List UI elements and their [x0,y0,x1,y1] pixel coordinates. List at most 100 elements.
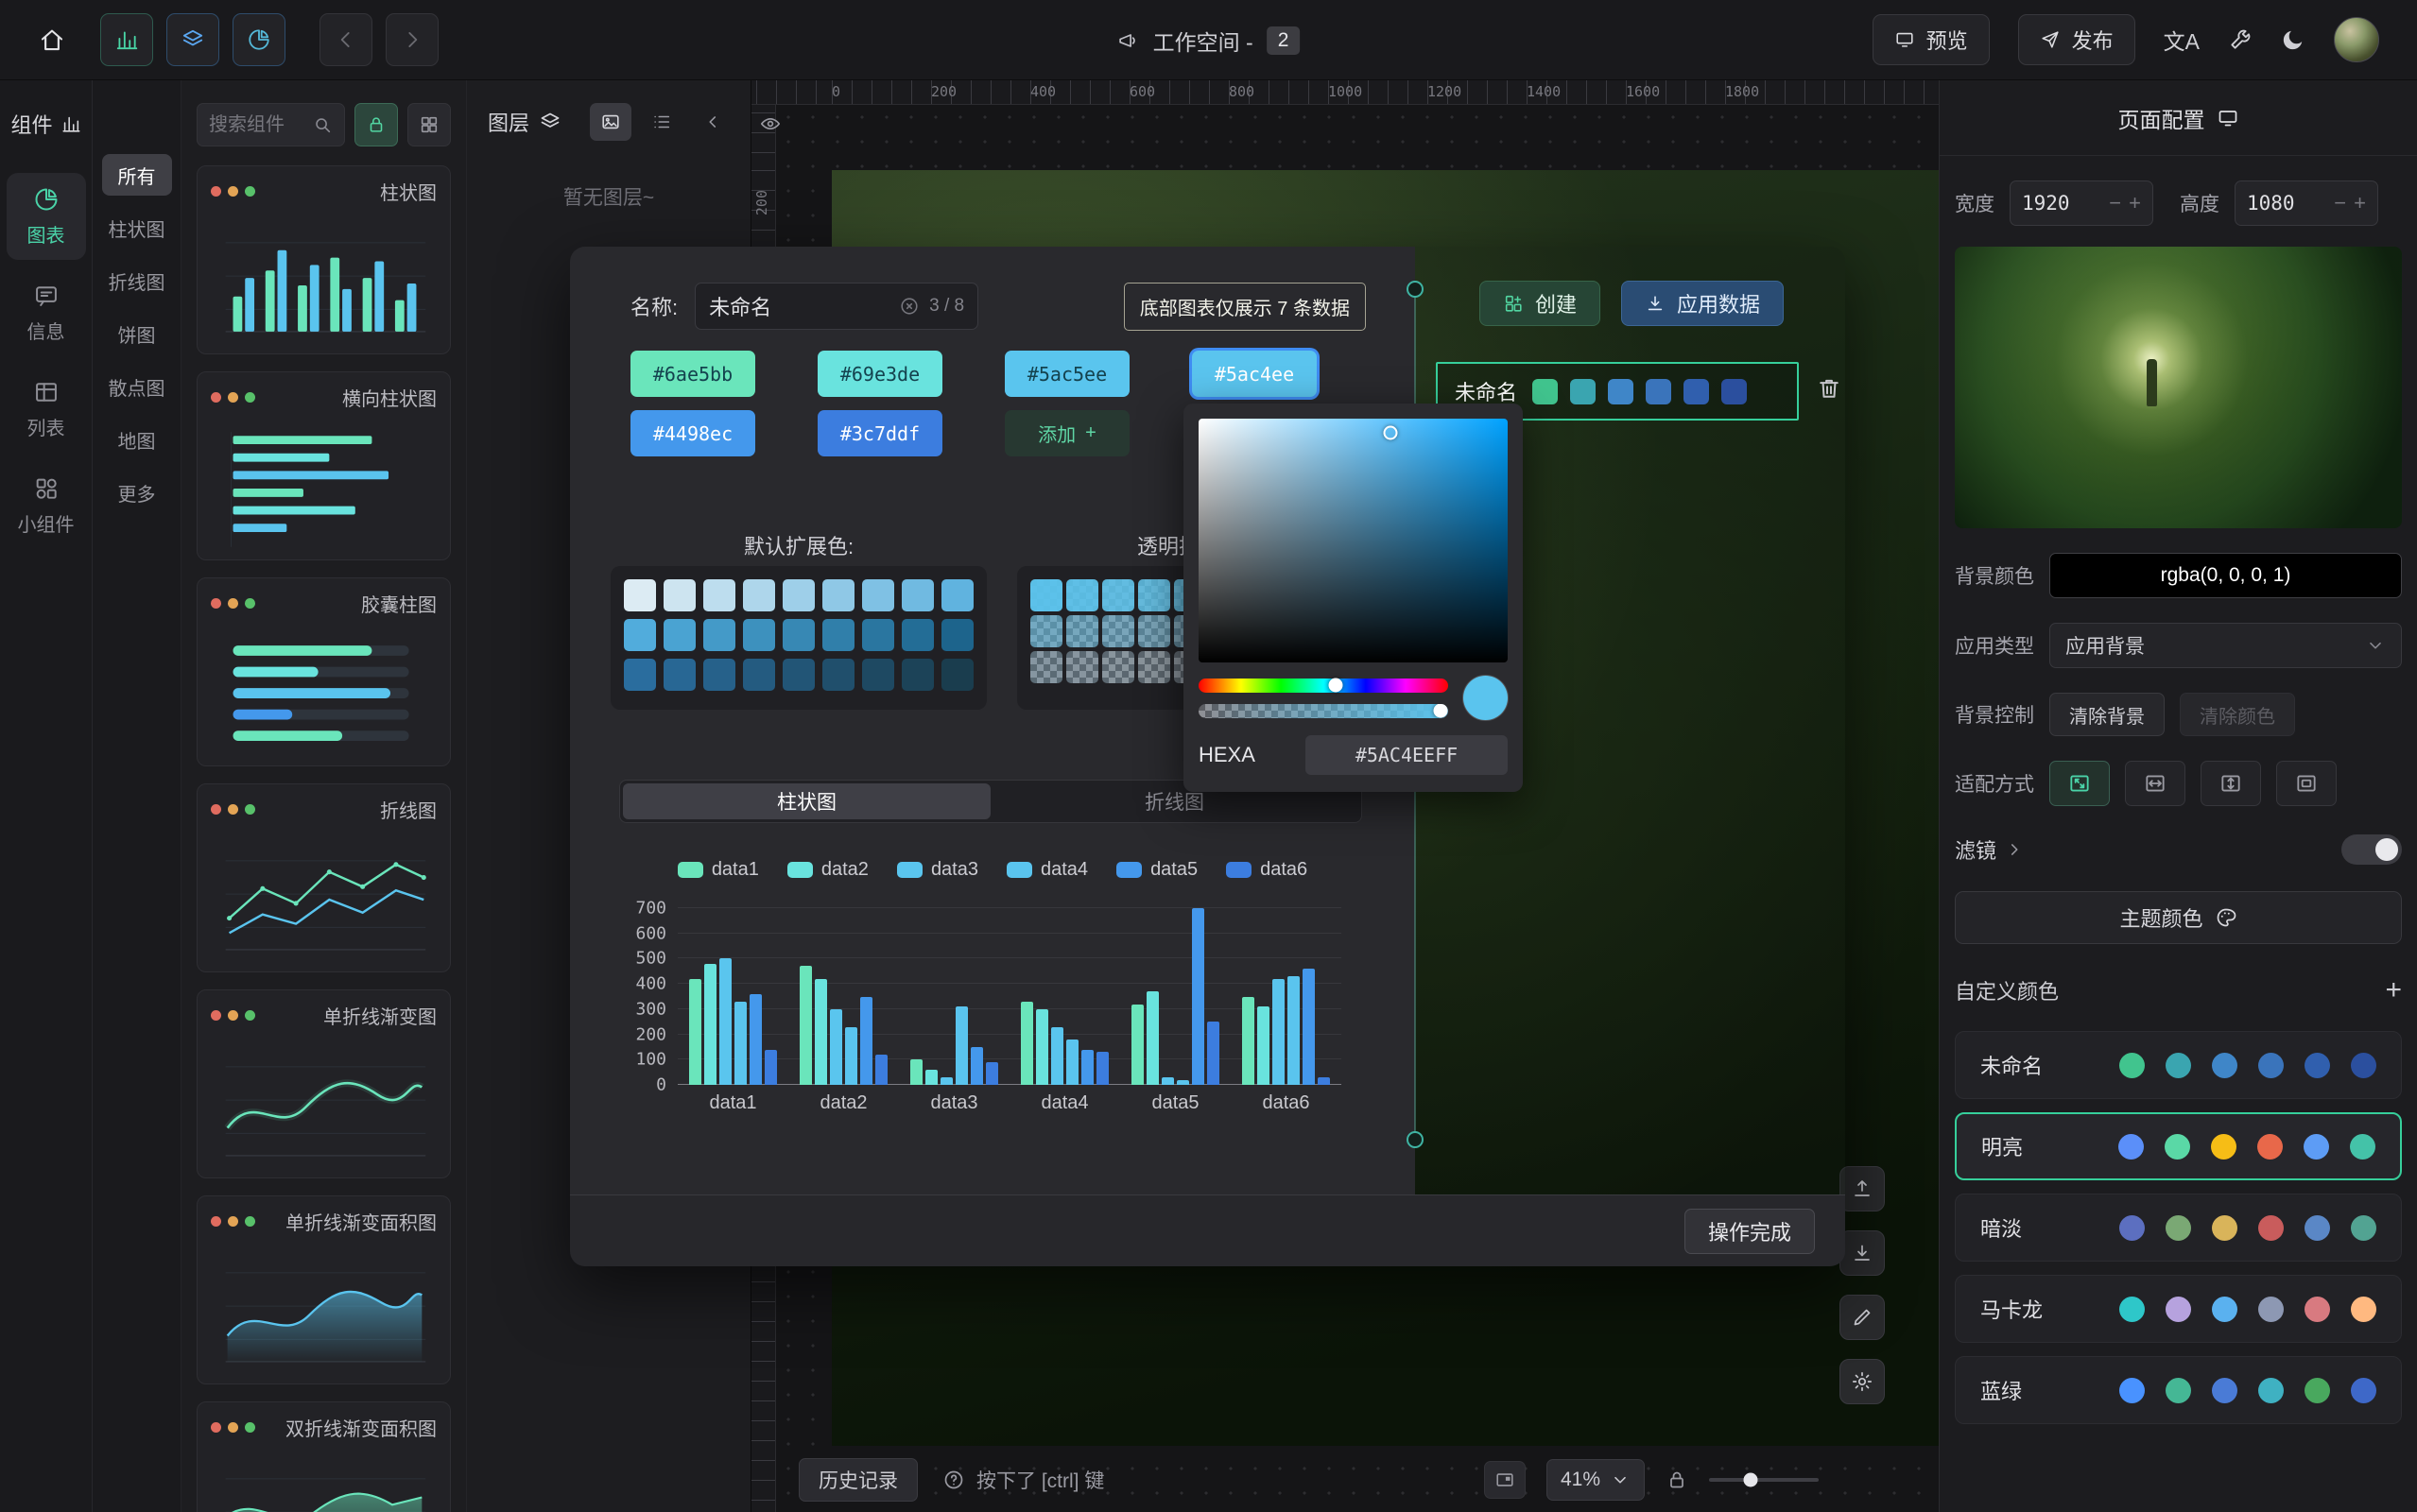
fit-width-button[interactable] [2125,761,2185,806]
legend-item[interactable]: data5 [1116,859,1198,881]
settings-button[interactable] [1839,1359,1885,1404]
redo-button[interactable] [386,13,439,66]
preview-button[interactable]: 预览 [1873,14,1990,65]
trash-icon[interactable] [1816,375,1842,402]
collapse-panel-button[interactable] [692,103,734,141]
transparent-palette-swatch[interactable] [1138,579,1170,611]
legend-item[interactable]: data1 [678,859,759,881]
palette-swatch[interactable] [703,579,735,611]
palette-swatch[interactable] [902,659,934,691]
clear-color-button[interactable]: 清除颜色 [2180,693,2295,736]
palette-swatch[interactable] [703,659,735,691]
category-item[interactable]: 折线图 [101,260,173,301]
name-field[interactable] [709,294,889,318]
clear-background-button[interactable]: 清除背景 [2049,693,2165,736]
clear-icon[interactable] [899,296,920,317]
hex-mode-label[interactable]: HEXA [1199,743,1255,767]
layers-mode-button[interactable] [166,13,219,66]
help-icon[interactable] [942,1469,965,1491]
done-button[interactable]: 操作完成 [1684,1209,1815,1254]
add-color-button[interactable]: 添加+ [1005,410,1130,456]
hue-slider[interactable] [1199,679,1448,693]
theme-color-button[interactable]: 主题颜色 [1955,891,2402,944]
transparent-palette-swatch[interactable] [1066,651,1098,683]
saturation-area[interactable] [1199,419,1508,662]
undo-button[interactable] [319,13,372,66]
fit-height-button[interactable] [2201,761,2261,806]
palette-swatch[interactable] [862,619,894,651]
color-chip[interactable]: #5ac5ee [1005,351,1130,397]
palette-swatch[interactable] [664,619,696,651]
layers-list-view-button[interactable] [641,103,682,141]
tools-icon[interactable] [2228,27,2253,52]
import-button[interactable] [1839,1230,1885,1276]
palette-swatch[interactable] [783,659,815,691]
palette-swatch[interactable] [783,619,815,651]
theme-row[interactable]: 暗淡 [1955,1194,2402,1262]
zoom-lock-icon[interactable] [1666,1469,1688,1491]
hue-marker[interactable] [1329,679,1343,693]
sidebar-item-info[interactable]: 信息 [7,269,86,356]
transparent-palette-swatch[interactable] [1102,615,1134,647]
sidebar-item-widgets[interactable]: 小组件 [7,462,86,549]
color-chip[interactable]: #4498ec [630,410,755,456]
color-chip[interactable]: #3c7ddf [818,410,942,456]
height-input[interactable]: 1080 − + [2235,180,2378,226]
component-card[interactable]: 单折线渐变图 [197,989,451,1178]
alpha-slider[interactable] [1199,704,1448,718]
component-card[interactable]: 折线图 [197,783,451,972]
avatar[interactable] [2334,17,2379,62]
category-item[interactable]: 所有 [102,154,172,196]
component-card[interactable]: 柱状图 [197,165,451,354]
sidebar-item-charts[interactable]: 图表 [7,173,86,260]
layers-thumbnail-view-button[interactable] [590,103,631,141]
transparent-palette-swatch[interactable] [1102,651,1134,683]
height-minus[interactable]: − [2334,191,2346,215]
lock-button[interactable] [354,103,398,146]
color-chip[interactable]: #6ae5bb [630,351,755,397]
palette-swatch[interactable] [862,659,894,691]
transparent-palette-swatch[interactable] [1030,651,1062,683]
transparent-palette-swatch[interactable] [1066,579,1098,611]
background-preview[interactable] [1955,247,2402,528]
palette-swatch[interactable] [822,659,855,691]
legend-item[interactable]: data2 [787,859,869,881]
grid-view-button[interactable] [407,103,451,146]
palette-swatch[interactable] [941,579,974,611]
legend-item[interactable]: data6 [1226,859,1307,881]
width-input[interactable]: 1920 − + [2010,180,2153,226]
app-type-select[interactable]: 应用背景 [2049,623,2402,668]
details-mode-button[interactable] [233,13,285,66]
category-item[interactable]: 饼图 [102,313,172,354]
category-item[interactable]: 散点图 [101,366,173,407]
transparent-palette-swatch[interactable] [1138,651,1170,683]
history-button[interactable]: 历史记录 [799,1458,918,1502]
palette-swatch[interactable] [743,619,775,651]
transparent-palette-swatch[interactable] [1138,615,1170,647]
palette-swatch[interactable] [743,659,775,691]
palette-swatch[interactable] [941,619,974,651]
transparent-palette-swatch[interactable] [1030,579,1062,611]
category-item[interactable]: 柱状图 [101,207,173,249]
palette-swatch[interactable] [624,619,656,651]
legend-item[interactable]: data3 [897,859,978,881]
component-card[interactable]: 双折线渐变面积图 [197,1401,451,1512]
transparent-palette-swatch[interactable] [1030,615,1062,647]
tab-bar-chart[interactable]: 柱状图 [623,783,991,819]
transparent-palette-swatch[interactable] [1102,579,1134,611]
palette-swatch[interactable] [624,659,656,691]
alpha-marker[interactable] [1434,704,1448,718]
palette-swatch[interactable] [902,619,934,651]
create-button[interactable]: 创建 [1479,281,1600,326]
width-plus[interactable]: + [2129,191,2141,215]
palette-swatch[interactable] [862,579,894,611]
apply-data-button[interactable]: 应用数据 [1621,281,1784,326]
sidebar-item-list[interactable]: 列表 [7,366,86,453]
theme-row[interactable]: 明亮 [1955,1112,2402,1180]
chevron-right-icon[interactable] [2004,839,2025,860]
zoom-select[interactable]: 41% [1546,1459,1645,1501]
name-input[interactable]: 3 / 8 [695,283,978,330]
component-card[interactable]: 胶囊柱图 [197,577,451,766]
component-card[interactable]: 单折线渐变面积图 [197,1195,451,1384]
fit-fill-button[interactable] [2049,761,2110,806]
